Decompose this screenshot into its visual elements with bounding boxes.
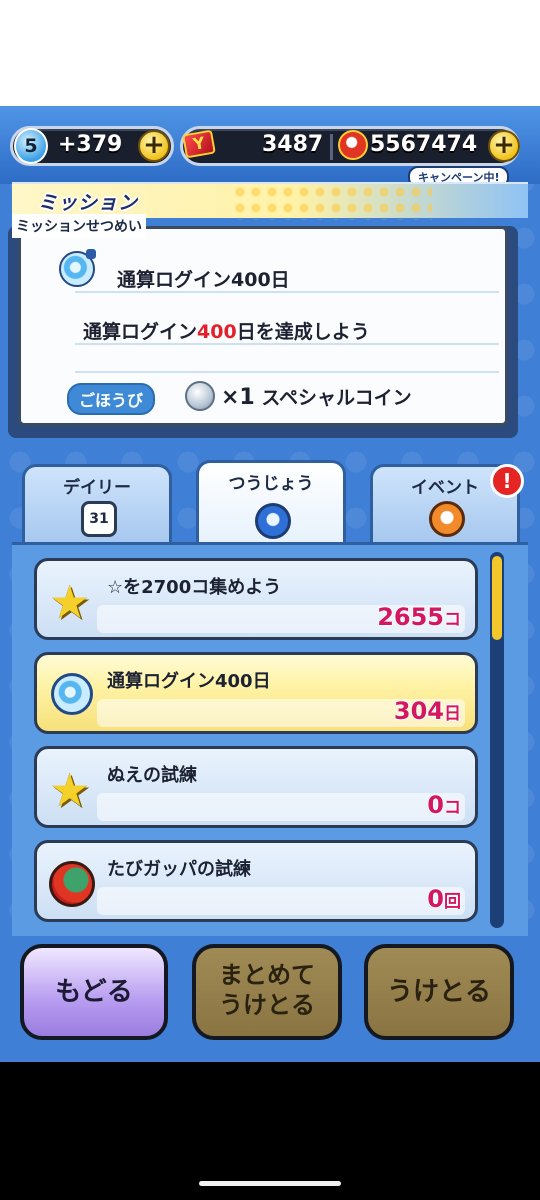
ticket-count: 3487 [262, 132, 324, 157]
currency-bar: 5 +379 + Y 3487 5567474 + キャンペーン中! [0, 106, 540, 188]
progress-bar [97, 793, 465, 821]
receive-button[interactable]: うけとる [364, 944, 514, 1040]
star-icon: ★ [49, 575, 91, 629]
orange-flag-icon [429, 501, 465, 537]
event-alert-badge: ! [490, 464, 524, 498]
mission-title: 通算ログイン400日 [107, 671, 271, 692]
book-page: 通算ログイン400日 通算ログイン400日を達成しよう ごほうび ×1 スペシャ… [18, 226, 508, 426]
add-stamina-button[interactable]: + [138, 130, 170, 162]
mission-row[interactable]: ★ ☆を2700コ集めよう 2655コ [34, 558, 478, 640]
list-scrollbar[interactable] [490, 552, 504, 928]
blue-flag-icon [255, 503, 291, 539]
stamina-value: +379 [58, 132, 123, 157]
description-text: 通算ログイン400日を達成しよう [83, 321, 370, 343]
stamina-level-badge: 5 [14, 128, 48, 164]
status-bar-area [0, 0, 540, 106]
banner-pattern [232, 184, 432, 220]
page-rule [75, 343, 499, 345]
tab-normal[interactable]: つうじょう [196, 460, 346, 546]
bomb-icon [51, 673, 93, 715]
mission-row[interactable]: たびガッパの試練 0回 [34, 840, 478, 922]
mission-row[interactable]: ★ ぬえの試練 0コ [34, 746, 478, 828]
scroll-thumb[interactable] [492, 556, 502, 640]
mission-progress: 0回 [427, 885, 461, 913]
mission-screen: 5 +379 + Y 3487 5567474 + キャンペーン中! ミッション… [0, 106, 540, 1062]
mission-title: たびガッパの試練 [107, 859, 251, 880]
reward-label: ごほうび [67, 383, 156, 415]
receive-all-label-line2: うけとる [219, 991, 315, 1019]
wallet-divider [330, 134, 333, 160]
bomb-icon [59, 249, 96, 287]
mission-header: ミッション [12, 182, 528, 220]
mission-progress: 0コ [427, 791, 461, 819]
progress-bar [97, 887, 465, 915]
ticket-icon: Y [182, 129, 216, 159]
page-rule [75, 291, 499, 293]
money-icon [338, 130, 368, 160]
tab-label: デイリー [63, 478, 131, 498]
money-count: 5567474 [370, 132, 478, 157]
mission-progress: 2655コ [377, 603, 461, 631]
receive-all-label-line1: まとめて [219, 961, 315, 989]
mission-row[interactable]: 通算ログイン400日 304日 [34, 652, 478, 734]
star-icon: ★ [49, 763, 91, 817]
gappa-icon [49, 861, 95, 907]
page-rule [75, 371, 499, 373]
receive-all-button[interactable]: まとめて うけとる [192, 944, 342, 1040]
description-label: ミッションせつめい [12, 214, 146, 238]
home-indicator[interactable] [199, 1181, 341, 1186]
mission-title: ☆を2700コ集めよう [107, 577, 282, 598]
mission-description-panel: 通算ログイン400日 通算ログイン400日を達成しよう ごほうび ×1 スペシャ… [8, 214, 518, 440]
mission-progress: 304日 [393, 697, 461, 725]
mission-header-title: ミッション [38, 192, 139, 214]
bottom-bar-area [0, 1062, 540, 1200]
tab-label: つうじょう [228, 474, 314, 494]
tab-daily[interactable]: デイリー 31 [22, 464, 172, 542]
reward-text: ×1 スペシャルコイン [221, 385, 412, 410]
special-coin-icon [185, 381, 215, 411]
description-mission-title: 通算ログイン400日 [117, 269, 290, 291]
add-money-button[interactable]: + [488, 130, 520, 162]
calendar-icon: 31 [81, 501, 117, 537]
mission-title: ぬえの試練 [107, 765, 197, 786]
back-button[interactable]: もどる [20, 944, 168, 1040]
